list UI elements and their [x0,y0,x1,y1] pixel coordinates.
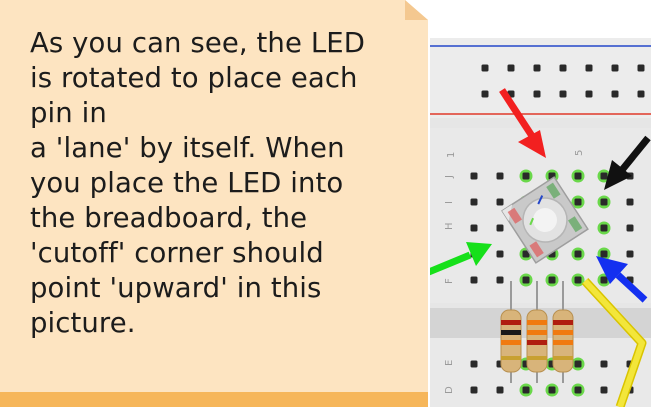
callout-text: As you can see, the LED is rotated to pl… [30,27,365,339]
row-label-h: H [444,222,455,230]
breadboard-illustration: 1 5 J I H F E D [430,38,651,407]
breadboard-svg: 1 5 J I H F E D [430,38,651,407]
row-label-d: D [444,386,455,394]
row-label-e: E [444,360,455,366]
row-label-i: I [444,201,455,204]
row-label-j: J [444,175,455,179]
resistors [500,281,574,383]
column-label-5: 5 [574,150,585,156]
row-label-f: F [444,278,455,284]
column-label-1: 1 [446,152,457,158]
tutorial-callout: As you can see, the LED is rotated to pl… [0,0,428,407]
